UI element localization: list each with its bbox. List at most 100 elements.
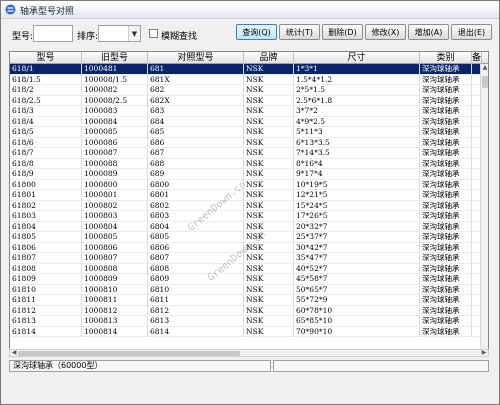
table-row[interactable]: 618/5 1000085 685 NSK 5*11*3 深沟球轴承 bbox=[10, 127, 482, 138]
cell-old-model[interactable]: 1000806 bbox=[82, 242, 148, 253]
cell-old-model[interactable]: 1000814 bbox=[82, 326, 148, 337]
delete-button[interactable]: 删除(D) bbox=[322, 24, 363, 40]
cell-cross-model[interactable]: 6805 bbox=[148, 232, 244, 243]
cell-old-model[interactable]: 1000809 bbox=[82, 274, 148, 285]
cell-category[interactable]: 深沟球轴承 bbox=[420, 263, 472, 274]
table-row[interactable]: 61813 1000813 6813 NSK 65*85*10 深沟球轴承 bbox=[10, 316, 482, 327]
cell-old-model[interactable]: 1000810 bbox=[82, 284, 148, 295]
bearing-table[interactable]: 型号 旧型号 对照型号 品牌 尺寸 类别 备 618/1 1000481 681 NS… bbox=[9, 51, 489, 357]
vertical-scrollbar[interactable]: ▲ ▼ bbox=[480, 64, 488, 356]
cell-model[interactable]: 61809 bbox=[10, 274, 82, 285]
cell-size[interactable]: 1*3*1 bbox=[294, 64, 420, 75]
table-row[interactable]: 618/2.5 100008/2.5 682X NSK 2.5*6*1.8 深沟球轴承 bbox=[10, 95, 482, 106]
cell-size[interactable]: 7*14*3.5 bbox=[294, 148, 420, 159]
cell-brand[interactable]: NSK bbox=[244, 253, 294, 264]
cell-model[interactable]: 618/2 bbox=[10, 85, 82, 96]
cell-old-model[interactable]: 1000812 bbox=[82, 305, 148, 316]
cell-cross-model[interactable]: 688 bbox=[148, 158, 244, 169]
cell-brand[interactable]: NSK bbox=[244, 116, 294, 127]
cell-brand[interactable]: NSK bbox=[244, 64, 294, 75]
cell-cross-model[interactable]: 6810 bbox=[148, 284, 244, 295]
cell-cross-model[interactable]: 6811 bbox=[148, 295, 244, 306]
cell-model[interactable]: 61800 bbox=[10, 179, 82, 190]
cell-model[interactable]: 618/3 bbox=[10, 106, 82, 117]
table-row[interactable]: 61800 1000800 6800 NSK 10*19*5 深沟球轴承 bbox=[10, 179, 482, 190]
cell-size[interactable]: 17*26*5 bbox=[294, 211, 420, 222]
table-row[interactable]: 618/8 1000088 688 NSK 8*16*4 深沟球轴承 bbox=[10, 158, 482, 169]
cell-cross-model[interactable]: 6808 bbox=[148, 263, 244, 274]
cell-old-model[interactable]: 1000085 bbox=[82, 127, 148, 138]
cell-old-model[interactable]: 1000803 bbox=[82, 211, 148, 222]
cell-cross-model[interactable]: 6800 bbox=[148, 179, 244, 190]
cell-category[interactable]: 深沟球轴承 bbox=[420, 158, 472, 169]
add-button[interactable]: 增加(A) bbox=[408, 24, 449, 40]
table-row[interactable]: 61801 1000801 6801 NSK 12*21*5 深沟球轴承 bbox=[10, 190, 482, 201]
table-row[interactable]: 618/3 1000083 683 NSK 3*7*2 深沟球轴承 bbox=[10, 106, 482, 117]
cell-cross-model[interactable]: 6806 bbox=[148, 242, 244, 253]
cell-brand[interactable]: NSK bbox=[244, 263, 294, 274]
cell-category[interactable]: 深沟球轴承 bbox=[420, 242, 472, 253]
header-note[interactable]: 备 bbox=[472, 52, 482, 64]
cell-cross-model[interactable]: 684 bbox=[148, 116, 244, 127]
cell-size[interactable]: 30*42*7 bbox=[294, 242, 420, 253]
cell-category[interactable]: 深沟球轴承 bbox=[420, 137, 472, 148]
stats-button[interactable]: 统计(T) bbox=[279, 24, 320, 40]
cell-brand[interactable]: NSK bbox=[244, 127, 294, 138]
cell-cross-model[interactable]: 687 bbox=[148, 148, 244, 159]
table-row[interactable]: 618/2 1000082 682 NSK 2*5*1.5 深沟球轴承 bbox=[10, 85, 482, 96]
cell-model[interactable]: 61812 bbox=[10, 305, 82, 316]
cell-old-model[interactable]: 1000804 bbox=[82, 221, 148, 232]
cell-old-model[interactable]: 1000088 bbox=[82, 158, 148, 169]
cell-size[interactable]: 45*58*7 bbox=[294, 274, 420, 285]
table-row[interactable]: 61804 1000804 6804 NSK 20*32*7 深沟球轴承 bbox=[10, 221, 482, 232]
cell-brand[interactable]: NSK bbox=[244, 137, 294, 148]
cell-category[interactable]: 深沟球轴承 bbox=[420, 232, 472, 243]
cell-category[interactable]: 深沟球轴承 bbox=[420, 221, 472, 232]
scroll-thumb[interactable] bbox=[482, 76, 488, 88]
cell-brand[interactable]: NSK bbox=[244, 179, 294, 190]
cell-category[interactable]: 深沟球轴承 bbox=[420, 211, 472, 222]
cell-cross-model[interactable]: 6801 bbox=[148, 190, 244, 201]
cell-size[interactable]: 60*78*10 bbox=[294, 305, 420, 316]
cell-size[interactable]: 5*11*3 bbox=[294, 127, 420, 138]
table-row[interactable]: 61814 1000814 6814 NSK 70*90*10 深沟球轴承 bbox=[10, 326, 482, 337]
cell-category[interactable]: 深沟球轴承 bbox=[420, 95, 472, 106]
cell-old-model[interactable]: 100008/1.5 bbox=[82, 74, 148, 85]
cell-old-model[interactable]: 1000087 bbox=[82, 148, 148, 159]
cell-category[interactable]: 深沟球轴承 bbox=[420, 64, 472, 75]
cell-brand[interactable]: NSK bbox=[244, 74, 294, 85]
table-row[interactable]: 61806 1000806 6806 NSK 30*42*7 深沟球轴承 bbox=[10, 242, 482, 253]
cell-model[interactable]: 618/7 bbox=[10, 148, 82, 159]
cell-model[interactable]: 61814 bbox=[10, 326, 82, 337]
table-row[interactable]: 618/6 1000086 686 NSK 6*13*3.5 深沟球轴承 bbox=[10, 137, 482, 148]
cell-size[interactable]: 3*7*2 bbox=[294, 106, 420, 117]
cell-brand[interactable]: NSK bbox=[244, 148, 294, 159]
cell-brand[interactable]: NSK bbox=[244, 284, 294, 295]
table-row[interactable]: 61802 1000802 6802 NSK 15*24*5 深沟球轴承 bbox=[10, 200, 482, 211]
cell-model[interactable]: 61808 bbox=[10, 263, 82, 274]
cell-old-model[interactable]: 1000481 bbox=[82, 64, 148, 75]
cell-brand[interactable]: NSK bbox=[244, 95, 294, 106]
cell-old-model[interactable]: 1000801 bbox=[82, 190, 148, 201]
table-row[interactable]: 618/1.5 100008/1.5 681X NSK 1.5*4*1.2 深沟球轴承 bbox=[10, 74, 482, 85]
cell-cross-model[interactable]: 6809 bbox=[148, 274, 244, 285]
cell-model[interactable]: 61807 bbox=[10, 253, 82, 264]
cell-size[interactable]: 9*17*4 bbox=[294, 169, 420, 180]
cell-category[interactable]: 深沟球轴承 bbox=[420, 74, 472, 85]
cell-cross-model[interactable]: 685 bbox=[148, 127, 244, 138]
cell-old-model[interactable]: 1000811 bbox=[82, 295, 148, 306]
header-category[interactable]: 类别 bbox=[420, 52, 472, 64]
cell-cross-model[interactable]: 6812 bbox=[148, 305, 244, 316]
cell-size[interactable]: 1.5*4*1.2 bbox=[294, 74, 420, 85]
cell-old-model[interactable]: 1000800 bbox=[82, 179, 148, 190]
cell-category[interactable]: 深沟球轴承 bbox=[420, 326, 472, 337]
cell-brand[interactable]: NSK bbox=[244, 232, 294, 243]
cell-model[interactable]: 618/6 bbox=[10, 137, 82, 148]
cell-cross-model[interactable]: 682 bbox=[148, 85, 244, 96]
cell-cross-model[interactable]: 681 bbox=[148, 64, 244, 75]
model-input[interactable] bbox=[33, 25, 73, 42]
table-row[interactable]: 61812 1000812 6812 NSK 60*78*10 深沟球轴承 bbox=[10, 305, 482, 316]
cell-category[interactable]: 深沟球轴承 bbox=[420, 305, 472, 316]
cell-size[interactable]: 40*52*7 bbox=[294, 263, 420, 274]
table-row[interactable]: 61809 1000809 6809 NSK 45*58*7 深沟球轴承 bbox=[10, 274, 482, 285]
